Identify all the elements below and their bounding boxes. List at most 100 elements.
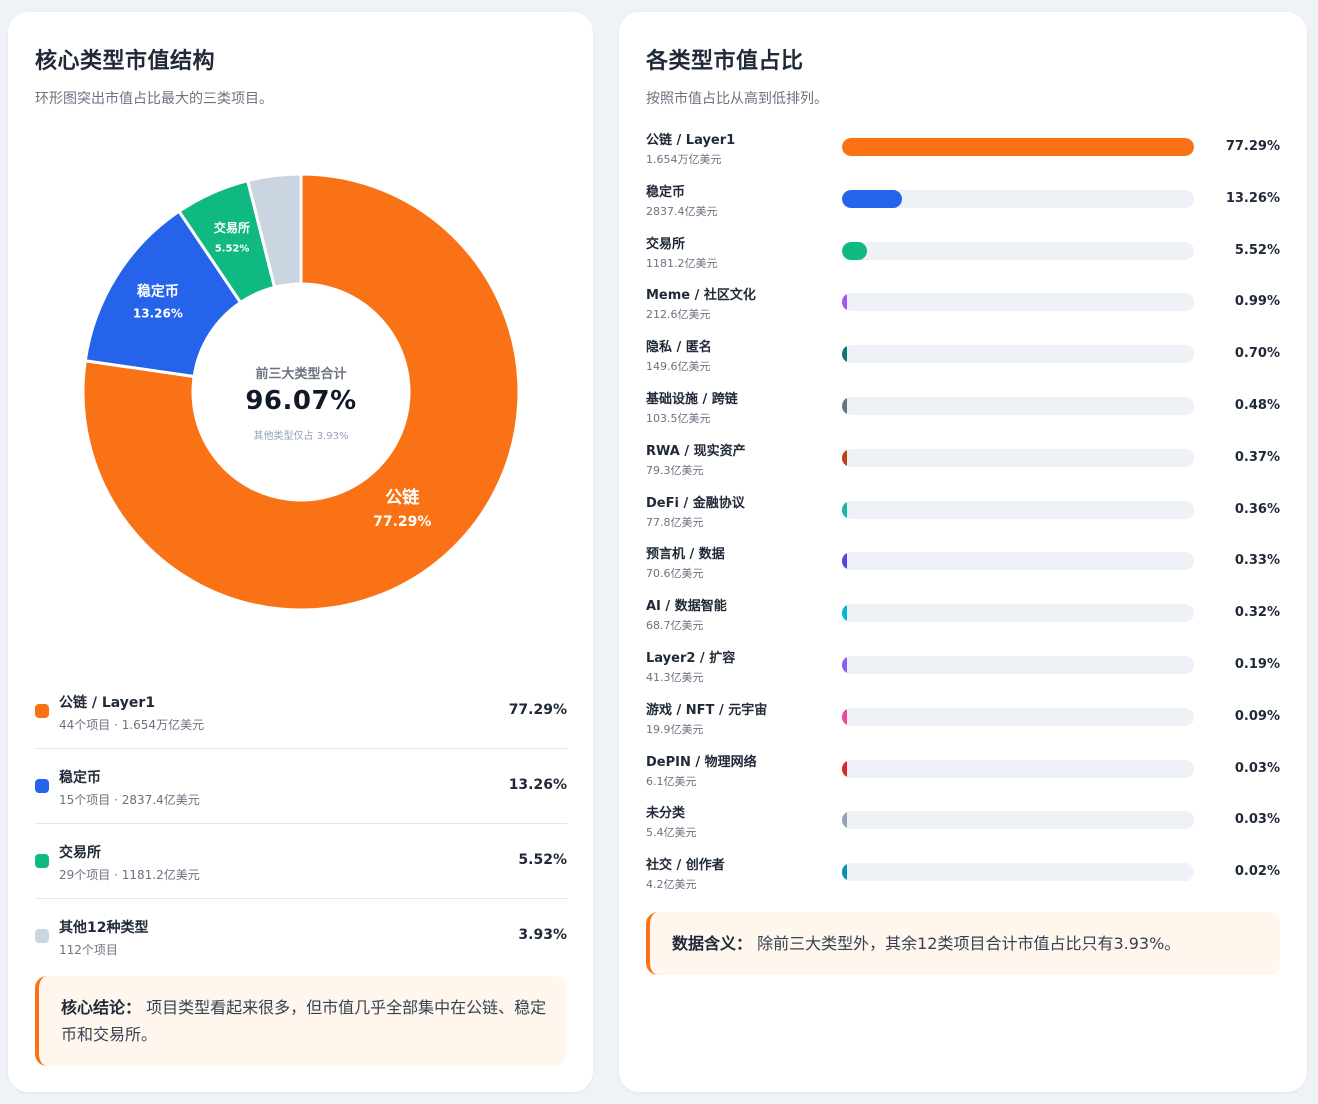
card-subtitle: 环形图突出市值占比最大的三类项目。 <box>35 91 273 107</box>
bar-fill <box>842 500 847 519</box>
meaning-label: 数据含义： <box>672 934 753 953</box>
bar-row: 稳定币 2837.4亿美元 13.26% <box>646 181 1280 233</box>
card-title: 各类型市值占比 <box>646 49 804 74</box>
bar-category-label: AI / 数据智能 <box>646 599 727 615</box>
legend-name: 交易所 <box>59 845 101 861</box>
legend-meta: 44个项目 · 1.654万亿美元 <box>59 718 205 732</box>
bar-market-cap: 1.654万亿美元 <box>646 153 722 166</box>
legend-percent: 3.93% <box>518 927 567 943</box>
legend-item: 其他12种类型 112个项目 3.93% <box>35 899 567 974</box>
bar-track <box>842 189 1194 208</box>
bar-market-cap: 41.3亿美元 <box>646 670 704 684</box>
bar-row: 隐私 / 匿名 149.6亿美元 0.70% <box>646 336 1280 388</box>
bar-fill <box>842 241 868 260</box>
bar-percent-label: 0.48% <box>1234 397 1280 413</box>
bar-fill <box>842 345 847 364</box>
bar-percent-label: 0.09% <box>1234 708 1280 724</box>
donut-center-label: 前三大类型合计 <box>255 367 347 382</box>
bar-category-label: RWA / 现实资产 <box>646 443 746 459</box>
bar-category-label: 基础设施 / 跨链 <box>646 391 738 407</box>
bar-fill <box>842 396 847 415</box>
bar-track <box>842 707 1194 726</box>
share-bar-list: 公链 / Layer1 1.654万亿美元 77.29% 稳定币 2837.4亿美元 13… <box>646 129 1280 906</box>
bar-percent-label: 0.33% <box>1234 553 1280 569</box>
bar-category-label: DeFi / 金融协议 <box>646 495 745 511</box>
bar-market-cap: 70.6亿美元 <box>646 567 704 581</box>
bar-percent-label: 0.19% <box>1234 656 1280 672</box>
donut-center-value: 96.07% <box>245 386 357 416</box>
bar-row: DeFi / 金融协议 77.8亿美元 0.36% <box>646 492 1280 544</box>
bar-row: 基础设施 / 跨链 103.5亿美元 0.48% <box>646 388 1280 440</box>
bar-row: 社交 / 创作者 4.2亿美元 0.02% <box>646 854 1280 906</box>
slice-value-label: 77.29% <box>373 514 431 530</box>
bar-fill <box>842 655 847 674</box>
bar-market-cap: 5.4亿美元 <box>646 826 697 840</box>
bar-market-cap: 6.1亿美元 <box>646 774 697 788</box>
bar-track <box>842 811 1194 830</box>
legend-item: 交易所 29个项目 · 1181.2亿美元 5.52% <box>35 824 567 899</box>
conclusion-callout: 核心结论： 项目类型看起来很多，但市值几乎全部集中在公链、稳定币和交易所。 <box>35 976 567 1066</box>
bar-market-cap: 79.3亿美元 <box>646 463 704 477</box>
bar-row: DePIN / 物理网络 6.1亿美元 0.03% <box>646 751 1280 803</box>
bar-percent-label: 0.99% <box>1234 294 1280 310</box>
bar-row: 未分类 5.4亿美元 0.03% <box>646 802 1280 854</box>
bar-market-cap: 68.7亿美元 <box>646 619 704 633</box>
bar-percent-label: 0.03% <box>1234 812 1280 828</box>
bar-percent-label: 77.29% <box>1225 139 1280 154</box>
bar-fill <box>842 811 847 830</box>
bar-track <box>842 552 1194 571</box>
bar-row: 交易所 1181.2亿美元 5.52% <box>646 233 1280 285</box>
bar-track <box>842 396 1194 415</box>
bar-market-cap: 4.2亿美元 <box>646 878 697 892</box>
bar-track <box>842 604 1194 623</box>
legend-name: 公链 / Layer1 <box>59 695 156 711</box>
donut-center-note: 其他类型仅占 3.93% <box>253 431 349 442</box>
slice-name-label: 公链 <box>385 487 420 508</box>
bar-track <box>842 345 1194 364</box>
bar-category-label: DePIN / 物理网络 <box>646 754 757 770</box>
data-meaning-callout: 数据含义： 除前三大类型外，其余12类项目合计市值占比只有3.93%。 <box>646 912 1280 975</box>
bar-percent-label: 0.02% <box>1234 864 1280 880</box>
bar-row: 公链 / Layer1 1.654万亿美元 77.29% <box>646 129 1280 181</box>
slice-name-label: 交易所 <box>214 220 250 235</box>
bar-fill <box>842 863 847 882</box>
bar-fill <box>842 138 1194 156</box>
bar-category-label: 社交 / 创作者 <box>646 858 725 874</box>
bar-row: 游戏 / NFT / 元宇宙 19.9亿美元 0.09% <box>646 699 1280 751</box>
bar-row: AI / 数据智能 68.7亿美元 0.32% <box>646 595 1280 647</box>
bar-row: RWA / 现实资产 79.3亿美元 0.37% <box>646 440 1280 492</box>
bar-fill <box>842 552 847 571</box>
bar-market-cap: 212.6亿美元 <box>646 308 711 322</box>
legend-percent: 77.29% <box>508 702 567 718</box>
legend-name: 稳定币 <box>59 770 101 786</box>
bar-fill <box>842 604 847 623</box>
bar-row: 预言机 / 数据 70.6亿美元 0.33% <box>646 543 1280 595</box>
bar-fill <box>842 448 847 467</box>
bar-market-cap: 1181.2亿美元 <box>646 256 718 270</box>
bar-percent-label: 0.70% <box>1234 346 1280 362</box>
bar-track <box>842 448 1194 467</box>
share-ranking-card: 各类型市值占比 按照市值占比从高到低排列。 公链 / Layer1 1.654万亿… <box>619 12 1307 1092</box>
bar-percent-label: 0.36% <box>1234 501 1280 517</box>
bar-market-cap: 149.6亿美元 <box>646 360 711 374</box>
bar-category-label: 预言机 / 数据 <box>646 547 725 563</box>
card-title: 核心类型市值结构 <box>35 49 216 74</box>
bar-fill <box>842 189 903 208</box>
bar-category-label: 游戏 / NFT / 元宇宙 <box>646 702 768 718</box>
bar-track <box>842 293 1194 312</box>
legend-item: 公链 / Layer1 44个项目 · 1.654万亿美元 77.29% <box>35 674 567 749</box>
bar-market-cap: 19.9亿美元 <box>646 722 704 736</box>
bar-row: Meme / 社区文化 212.6亿美元 0.99% <box>646 284 1280 336</box>
legend-swatch <box>35 779 49 793</box>
bar-percent-label: 0.37% <box>1234 449 1280 465</box>
bar-track <box>842 759 1194 778</box>
bar-category-label: Meme / 社区文化 <box>646 288 756 304</box>
bar-percent-label: 0.03% <box>1234 760 1280 776</box>
bar-category-label: 隐私 / 匿名 <box>646 340 712 356</box>
bar-row: Layer2 / 扩容 41.3亿美元 0.19% <box>646 647 1280 699</box>
bar-fill <box>842 759 847 778</box>
bar-market-cap: 103.5亿美元 <box>646 411 711 425</box>
meaning-text: 除前三大类型外，其余12类项目合计市值占比只有3.93%。 <box>757 934 1181 953</box>
bar-percent-label: 5.52% <box>1234 242 1280 258</box>
slice-value-label: 5.52% <box>215 243 250 254</box>
